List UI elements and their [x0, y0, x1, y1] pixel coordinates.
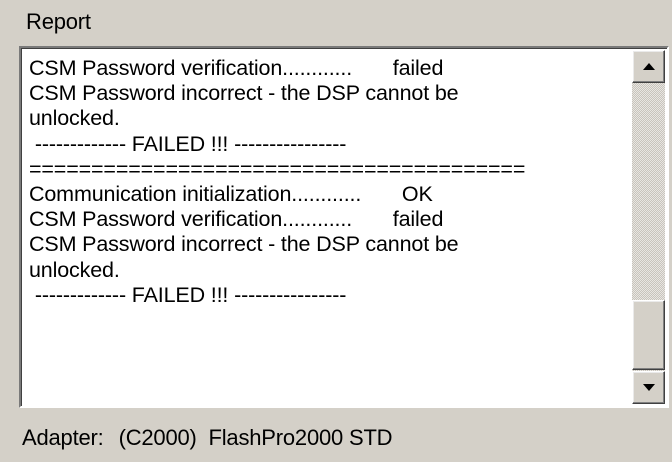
arrow-up-icon: [642, 63, 655, 70]
report-line: unlocked.: [29, 106, 120, 131]
adapter-value: (C2000) FlashPro2000 STD: [118, 425, 393, 450]
report-line: CSM Password incorrect - the DSP cannot …: [29, 232, 459, 257]
report-log-box[interactable]: CSM Password verification............ fa…: [19, 46, 669, 408]
report-line: CSM Password incorrect - the DSP cannot …: [29, 81, 459, 106]
scroll-down-button[interactable]: [632, 371, 665, 404]
report-line: CSM Password verification............ fa…: [29, 56, 444, 80]
adapter-label: Adapter:: [22, 425, 104, 450]
report-line: ------------- FAILED !!! ---------------…: [29, 131, 347, 156]
scroll-up-button[interactable]: [632, 50, 665, 83]
report-line: ------------- FAILED !!! ---------------…: [29, 282, 347, 307]
report-group-label: Report: [26, 9, 91, 34]
report-line: Communication initialization............…: [29, 181, 433, 206]
scrollbar-thumb[interactable]: [632, 300, 665, 370]
report-line: ========================================: [29, 156, 526, 181]
report-line: unlocked.: [29, 257, 120, 282]
report-vertical-scrollbar[interactable]: [632, 50, 665, 404]
report-log-lines: CSM Password verification............ fa…: [29, 56, 629, 308]
adapter-status: Adapter: (C2000) FlashPro2000 STD: [22, 425, 393, 451]
arrow-down-icon: [642, 384, 655, 391]
report-line: CSM Password verification............ fa…: [29, 207, 444, 232]
